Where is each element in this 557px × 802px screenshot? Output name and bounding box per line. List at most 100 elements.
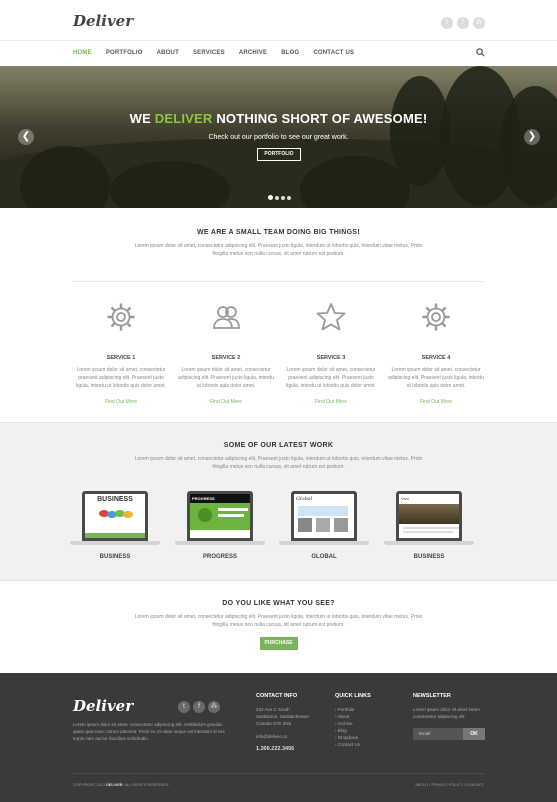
service-text: Lorem ipsum dolor sit amet, consectetur …: [76, 367, 166, 389]
laptop-base: [279, 541, 369, 545]
main-nav: HOME PORTFOLIO ABOUT SERVICES ARCHIVE BL…: [0, 40, 557, 66]
address-line: Canada S7K 2N5: [256, 721, 292, 726]
find-out-more-link[interactable]: Find Out More: [386, 399, 486, 405]
nav-home[interactable]: HOME: [73, 50, 92, 56]
laptop-base: [70, 541, 160, 545]
twitter-icon[interactable]: t: [441, 17, 453, 29]
intro-text: Lorem ipsum dolor sit amet, consectetur …: [134, 243, 423, 257]
cta-title: DO YOU LIKE WHAT YOU SEE?: [222, 600, 335, 607]
work-text: Lorem ipsum dolor sit amet, consectetur …: [134, 456, 423, 470]
contact-phone: 1.306.222.3456: [256, 746, 295, 752]
laptop-screen: Vivo: [396, 491, 462, 541]
social-links: t f ⁂: [441, 17, 485, 29]
portfolio-caption: PROGRESS: [202, 554, 237, 560]
portfolio-item[interactable]: BUSINESS BUSINESS: [70, 491, 160, 560]
quick-links-heading: QUICK LINKS: [335, 693, 371, 699]
quick-link[interactable]: › Archive: [335, 720, 360, 727]
gear-icon: [386, 302, 486, 334]
screen-title: Vivo: [401, 496, 409, 501]
footer-about-text: Lorem ipsum dolor sit amet, consectetur …: [73, 722, 226, 741]
twitter-icon[interactable]: t: [178, 701, 190, 713]
newsletter-ok-button[interactable]: OK: [463, 728, 485, 740]
service-title: SERVICE 4: [421, 355, 451, 361]
portfolio-caption: GLOBAL: [311, 554, 337, 560]
quick-link[interactable]: › About: [335, 713, 360, 720]
nav-contact-us[interactable]: CONTACT US: [313, 50, 354, 56]
intro-title: WE ARE A SMALL TEAM DOING BIG THINGS!: [196, 229, 361, 236]
slider-dot[interactable]: [281, 196, 285, 200]
laptop-base: [384, 541, 474, 545]
quick-link[interactable]: › Contact Us: [335, 741, 360, 748]
nav-services[interactable]: SERVICES: [193, 50, 225, 56]
footer-social-links: t f ⁂: [178, 701, 220, 713]
services-section: SERVICE 1 Lorem ipsum dolor sit amet, co…: [0, 282, 557, 422]
contact-email[interactable]: info@deliver.ca: [256, 733, 309, 740]
footer-bottom-links[interactable]: ABOUT / PRIVACY POLICY / CONTACT: [415, 783, 484, 787]
service-card: SERVICE 4 Lorem ipsum dolor sit amet, co…: [386, 302, 486, 405]
find-out-more-link[interactable]: Find Out More: [71, 399, 171, 405]
newsletter-email-input[interactable]: Email: [413, 728, 463, 740]
portfolio-button[interactable]: PORTFOLIO: [257, 148, 301, 161]
site-logo[interactable]: Deliver: [73, 12, 133, 30]
gear-icon: [71, 302, 171, 334]
contact-info: 222 Ave C South Saskatoon, Saskatchewan …: [256, 706, 309, 753]
portfolio-item[interactable]: PROGRESS PROGRESS: [175, 491, 265, 560]
prev-arrow-icon[interactable]: ❮: [18, 129, 34, 145]
nav-blog[interactable]: BLOG: [281, 50, 299, 56]
copyright: COPYRIGHT 2013 DELIVER. ALL RIGHTS RESER…: [73, 783, 170, 787]
service-card: SERVICE 3 Lorem ipsum dolor sit amet, co…: [281, 302, 381, 405]
service-card: SERVICE 2 Lorem ipsum dolor sit amet, co…: [176, 302, 276, 405]
hero-subtitle: Check out our portfolio to see our great…: [208, 134, 349, 141]
hero-title: WE DELIVER NOTHING SHORT OF AWESOME!: [129, 111, 428, 126]
facebook-icon[interactable]: f: [193, 701, 205, 713]
screen-title: PROGRESS: [190, 494, 250, 503]
nav-about[interactable]: ABOUT: [157, 50, 179, 56]
service-title: SERVICE 1: [106, 355, 136, 361]
quick-link[interactable]: › Dropdown: [335, 734, 360, 741]
rss-icon[interactable]: ⁂: [208, 701, 220, 713]
service-text: Lorem ipsum dolor sit amet, consectetur …: [178, 367, 274, 389]
slider-dot[interactable]: [287, 196, 291, 200]
newsletter-heading: NEWSLETTER: [413, 693, 451, 699]
slider-dot[interactable]: [275, 196, 279, 200]
find-out-more-link[interactable]: Find Out More: [281, 399, 381, 405]
footer-logo[interactable]: Deliver: [73, 697, 133, 715]
purchase-button[interactable]: PURCHASE: [259, 637, 298, 650]
slider-dots: [268, 195, 291, 200]
work-title: SOME OF OUR LATEST WORK: [223, 442, 334, 449]
star-icon: [281, 302, 381, 334]
address-line: 222 Ave C South: [256, 707, 290, 712]
laptop-screen: BUSINESS: [82, 491, 148, 541]
latest-work-section: SOME OF OUR LATEST WORK Lorem ipsum dolo…: [0, 422, 557, 581]
quick-links: › Portfolio › About › Archive › Blog › D…: [335, 706, 360, 748]
newsletter-text: Lorem ipsum dolor sit amet lorem consect…: [413, 707, 480, 719]
slider-dot[interactable]: [268, 195, 273, 200]
next-arrow-icon[interactable]: ❯: [524, 129, 540, 145]
facebook-icon[interactable]: f: [457, 17, 469, 29]
rss-icon[interactable]: ⁂: [473, 17, 485, 29]
search-icon[interactable]: [476, 48, 485, 59]
portfolio-caption: BUSINESS: [413, 554, 445, 560]
quick-link[interactable]: › Blog: [335, 727, 360, 734]
service-title: SERVICE 2: [211, 355, 241, 361]
intro-section: WE ARE A SMALL TEAM DOING BIG THINGS! Lo…: [0, 208, 557, 281]
portfolio-item[interactable]: Vivo BUSINESS: [384, 491, 474, 560]
laptop-screen: PROGRESS: [187, 491, 253, 541]
laptop-screen: Global: [291, 491, 357, 541]
site-footer: Deliver t f ⁂ Lorem ipsum dolor sit amet…: [0, 673, 557, 802]
quick-link[interactable]: › Portfolio: [335, 706, 360, 713]
footer-divider: [73, 773, 484, 774]
nav-portfolio[interactable]: PORTFOLIO: [106, 50, 143, 56]
nav-archive[interactable]: ARCHIVE: [239, 50, 267, 56]
hero-slider: WE DELIVER NOTHING SHORT OF AWESOME! Che…: [0, 66, 557, 208]
laptop-base: [175, 541, 265, 545]
service-title: SERVICE 3: [316, 355, 346, 361]
find-out-more-link[interactable]: Find Out More: [176, 399, 276, 405]
service-text: Lorem ipsum dolor sit amet, consectetur …: [286, 367, 376, 389]
portfolio-item[interactable]: Global GLOBAL: [279, 491, 369, 560]
site-header: Deliver t f ⁂: [0, 0, 557, 40]
cta-section: DO YOU LIKE WHAT YOU SEE? Lorem ipsum do…: [0, 581, 557, 673]
portfolio-caption: BUSINESS: [99, 554, 131, 560]
screen-title: Global: [296, 496, 313, 502]
service-card: SERVICE 1 Lorem ipsum dolor sit amet, co…: [71, 302, 171, 405]
